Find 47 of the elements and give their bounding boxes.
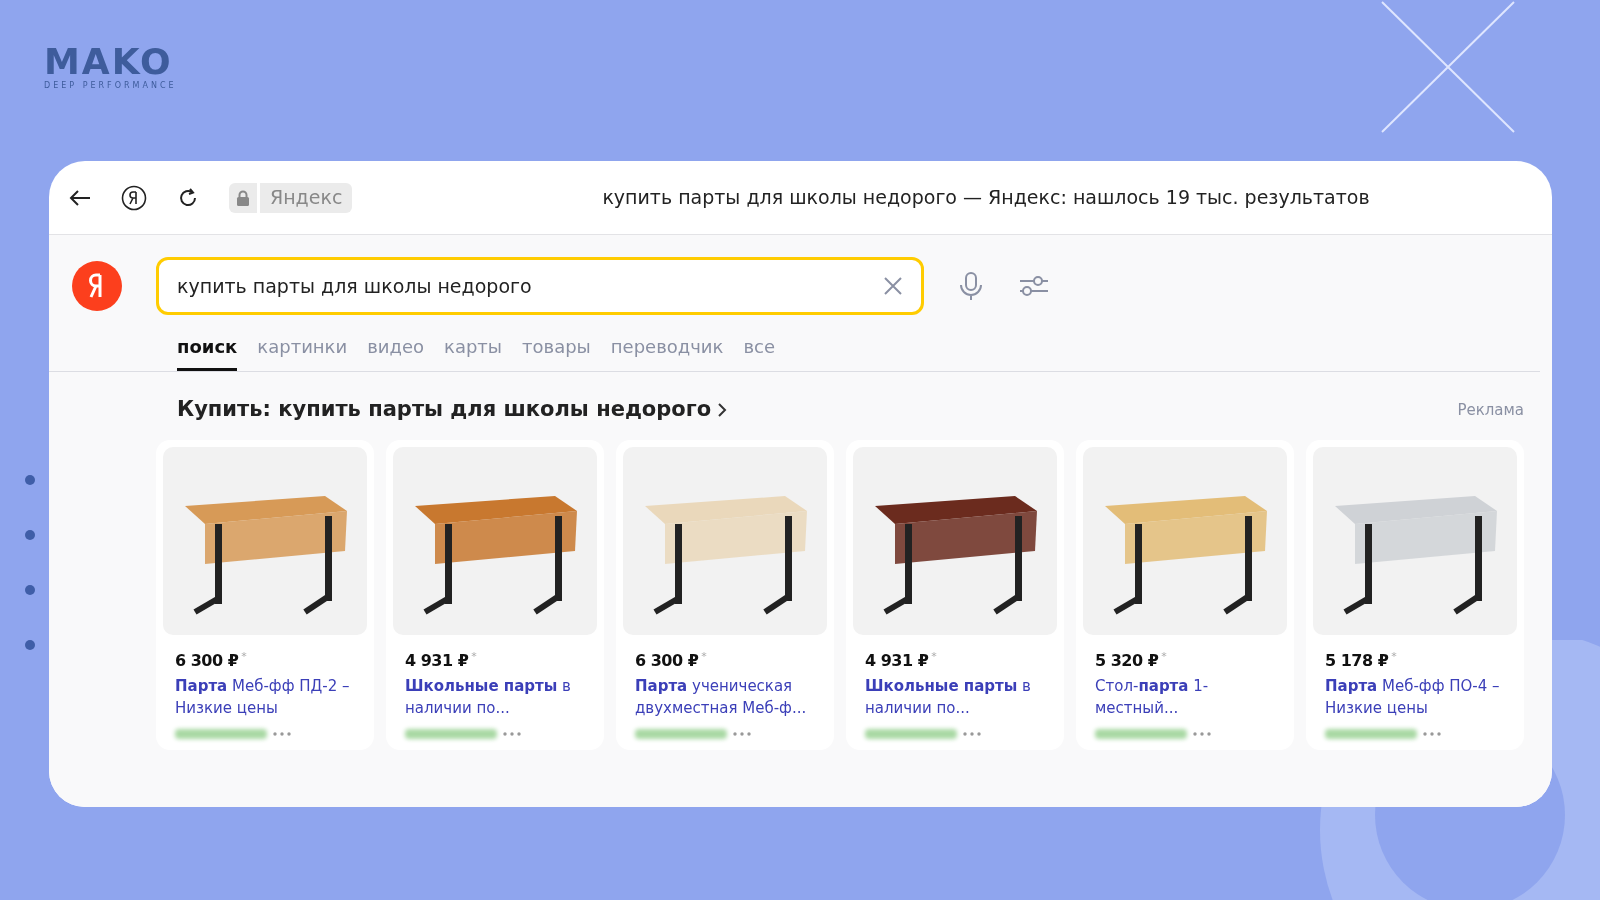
price-footnote-mark: * (471, 648, 477, 665)
product-title-link[interactable]: Стол-парта 1-местный... (1083, 674, 1287, 719)
ad-label: Реклама (1457, 399, 1524, 421)
more-icon[interactable] (1423, 731, 1441, 736)
price-footnote-mark: * (241, 648, 247, 665)
more-icon[interactable] (963, 731, 981, 736)
settings-sliders-icon[interactable] (1018, 274, 1048, 298)
close-icon[interactable] (883, 276, 903, 296)
search-input[interactable]: купить парты для школы недорого (177, 271, 883, 301)
price-footnote-mark: * (931, 648, 937, 665)
brand-logo: MAKO (44, 44, 174, 80)
product-title-link[interactable]: Парта ученическая двухместная Меб-ф... (623, 674, 827, 719)
chevron-right-icon[interactable] (717, 401, 728, 418)
product-price: 5 178 ₽ (1325, 649, 1389, 672)
product-price: 4 931 ₽ (865, 649, 929, 672)
microphone-icon[interactable] (958, 271, 984, 301)
product-price: 5 320 ₽ (1095, 649, 1159, 672)
shopping-heading[interactable]: Купить: купить парты для школы недорого (177, 394, 712, 426)
search-logo-icon[interactable] (72, 261, 122, 311)
price-footnote-mark: * (701, 648, 707, 665)
product-title-link[interactable]: Школьные парты в наличии по... (393, 674, 597, 719)
product-title-link[interactable]: Парта Меб-фф ПД-2 – Низкие цены (163, 674, 367, 719)
browser-logo-icon[interactable] (121, 184, 147, 211)
product-card[interactable]: 4 931 ₽ * Школьные парты в наличии по... (846, 439, 1064, 750)
search-tab[interactable]: поиск (177, 333, 238, 371)
page-title: купить парты для школы недорого — Яндекс: нашлось 19 тыс. результатов (602, 185, 1370, 211)
more-icon[interactable] (503, 731, 521, 736)
product-price: 6 300 ₽ (635, 649, 699, 672)
more-icon[interactable] (733, 731, 751, 736)
reload-icon[interactable] (177, 186, 199, 209)
product-card[interactable]: 5 320 ₽ * Стол-парта 1-местный... (1076, 439, 1294, 750)
product-card[interactable]: 4 931 ₽ * Школьные парты в наличии по... (386, 439, 604, 750)
back-arrow-icon[interactable] (69, 188, 91, 207)
price-footnote-mark: * (1161, 648, 1167, 665)
product-card[interactable]: 6 300 ₽ * Парта ученическая двухместная Меб-ф... (616, 439, 834, 750)
more-icon[interactable] (1193, 731, 1211, 736)
lock-icon (229, 182, 257, 213)
more-icon[interactable] (273, 731, 291, 736)
product-title-link[interactable]: Парта Меб-фф ПО-4 – Низкие цены (1313, 674, 1517, 719)
product-card[interactable]: 5 178 ₽ * Парта Меб-фф ПО-4 – Низкие цены (1306, 439, 1524, 750)
search-field[interactable]: купить парты для школы недорого (156, 257, 924, 315)
product-card[interactable]: 6 300 ₽ * Парта Меб-фф ПД-2 – Низкие цены (156, 439, 374, 750)
product-price: 6 300 ₽ (175, 649, 239, 672)
product-title-link[interactable]: Школьные парты в наличии по... (853, 674, 1057, 719)
product-price: 4 931 ₽ (405, 649, 469, 672)
price-footnote-mark: * (1391, 648, 1397, 665)
brand-tagline: DEEP PERFORMANCE (44, 80, 178, 92)
